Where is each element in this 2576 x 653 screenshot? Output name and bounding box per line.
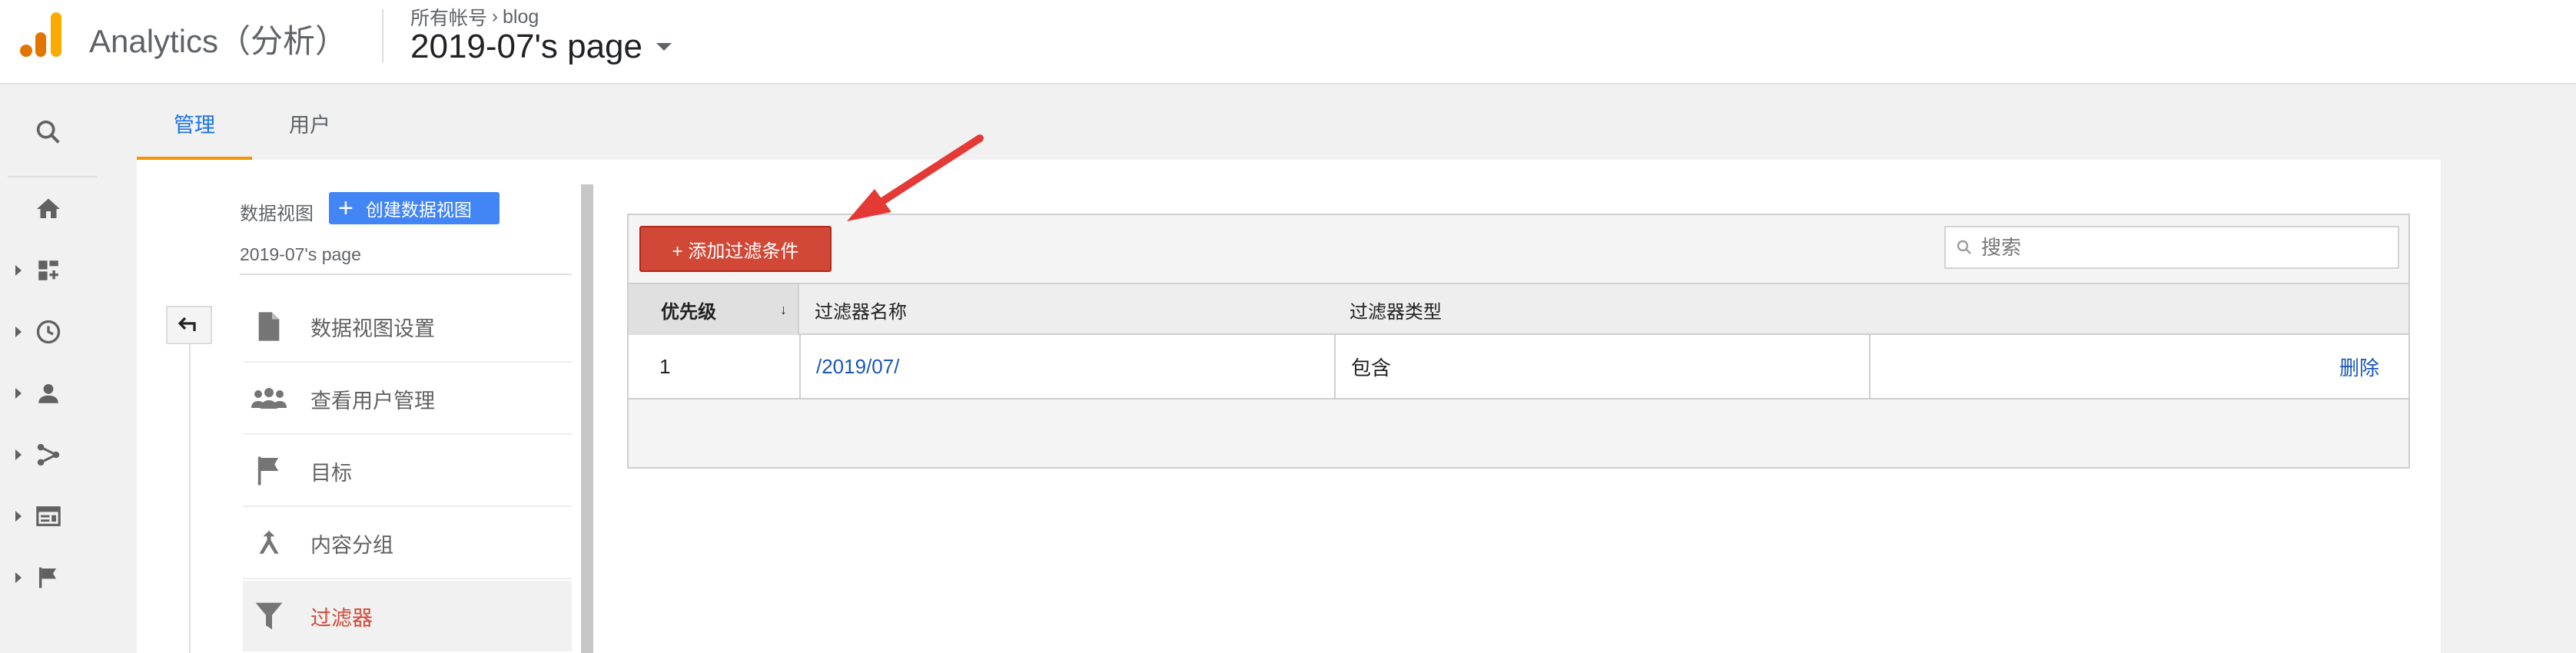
selected-view-name: 2019-07's page [240, 244, 361, 264]
search-icon [36, 120, 60, 144]
menu-item-label: 数据视图设置 [310, 317, 435, 340]
behavior-icon [36, 506, 61, 526]
rail-realtime[interactable] [0, 309, 97, 355]
breadcrumb-separator: › [492, 6, 499, 27]
rail-home[interactable] [0, 186, 97, 232]
header-divider [382, 9, 383, 63]
column-header-priority[interactable]: 优先级 ↓ [629, 284, 799, 335]
left-nav-rail [0, 86, 97, 653]
tree-connector-line [189, 344, 191, 653]
breadcrumb-accounts[interactable]: 所有帐号 [410, 3, 487, 31]
view-column-label: 数据视图 [240, 204, 314, 224]
cell-divider [1869, 335, 1871, 398]
menu-item-goals[interactable]: 目标 [243, 436, 572, 507]
view-selector-label: 2019-07's page [410, 28, 642, 65]
annotation-arrow-icon [847, 134, 984, 221]
cell-priority: 1 [659, 354, 671, 378]
acquisition-icon [37, 443, 60, 466]
caret-down-icon [656, 43, 672, 51]
cell-divider [799, 335, 801, 398]
menu-item-filters[interactable]: 过滤器 [243, 581, 572, 651]
column-header-filter-type[interactable]: 过滤器类型 [1349, 284, 1442, 335]
menu-item-label: 查看用户管理 [310, 389, 435, 413]
document-icon [251, 308, 287, 345]
cell-filter-name-link[interactable]: /2019/07/ [816, 335, 899, 398]
rail-customization[interactable] [0, 247, 97, 293]
view-selector[interactable]: 2019-07's page [410, 28, 672, 66]
menu-item-label: 过滤器 [310, 606, 373, 630]
audience-person-icon [38, 383, 58, 403]
create-view-button[interactable]: + 创建数据视图 [329, 192, 500, 224]
expand-arrow-icon [15, 572, 22, 583]
column-scrollbar[interactable] [581, 184, 593, 653]
top-header: Analytics（分析） 所有帐号 › blog 2019-07's page [0, 0, 2576, 85]
rail-divider [8, 176, 97, 177]
expand-arrow-icon [15, 326, 22, 337]
cell-divider [1334, 335, 1336, 398]
app-title: Analytics（分析） [89, 23, 348, 59]
rail-acquisition[interactable] [0, 432, 97, 478]
menu-item-view-settings[interactable]: 数据视图设置 [243, 292, 572, 363]
back-arrow-icon [178, 317, 196, 331]
breadcrumb-account[interactable]: blog [503, 6, 539, 28]
filter-search-input[interactable] [1981, 235, 2365, 260]
admin-tabs: 管理 用户 [137, 86, 367, 160]
menu-item-content-grouping[interactable]: 内容分组 [243, 509, 572, 579]
expand-arrow-icon [15, 511, 22, 522]
sort-down-icon: ↓ [780, 301, 787, 317]
cell-filter-type: 包含 [1351, 356, 1392, 380]
column-header-label: 优先级 [661, 301, 716, 323]
filter-search-box[interactable] [1944, 226, 2399, 269]
rail-search[interactable] [0, 109, 97, 155]
column-header-filter-name[interactable]: 过滤器名称 [815, 284, 907, 335]
column-divider [240, 273, 572, 275]
menu-item-label: 内容分组 [310, 533, 393, 557]
tab-users[interactable]: 用户 [252, 86, 367, 160]
expand-arrow-icon [15, 449, 22, 460]
search-icon [1957, 240, 1971, 254]
filter-icon [251, 598, 287, 635]
analytics-logo[interactable] [18, 11, 61, 58]
content-grouping-icon [251, 525, 287, 562]
expand-arrow-icon [15, 388, 22, 399]
rail-conversions[interactable] [0, 555, 97, 601]
menu-item-label: 目标 [310, 461, 352, 485]
customization-icon [38, 260, 58, 280]
back-button[interactable] [166, 306, 212, 344]
rail-behavior[interactable] [0, 493, 97, 539]
add-filter-button[interactable]: + 添加过滤条件 [639, 226, 832, 272]
menu-item-view-user-management[interactable]: 查看用户管理 [243, 364, 572, 435]
table-row: 1 /2019/07/ 包含 删除 [629, 335, 2408, 399]
plus-icon: + [338, 194, 354, 223]
conversions-flag-icon [39, 567, 56, 588]
expand-arrow-icon [15, 265, 22, 276]
flag-icon [251, 452, 287, 489]
delete-link[interactable]: 删除 [2339, 335, 2379, 398]
breadcrumb: 所有帐号 › blog [410, 3, 539, 31]
people-icon [251, 380, 287, 417]
realtime-clock-icon [36, 320, 61, 344]
rail-audience[interactable] [0, 370, 97, 416]
create-view-button-label: 创建数据视图 [365, 200, 472, 220]
tab-admin[interactable]: 管理 [137, 86, 252, 160]
filters-table-header: 优先级 ↓ 过滤器名称 过滤器类型 [629, 283, 2408, 335]
home-icon [37, 198, 60, 218]
